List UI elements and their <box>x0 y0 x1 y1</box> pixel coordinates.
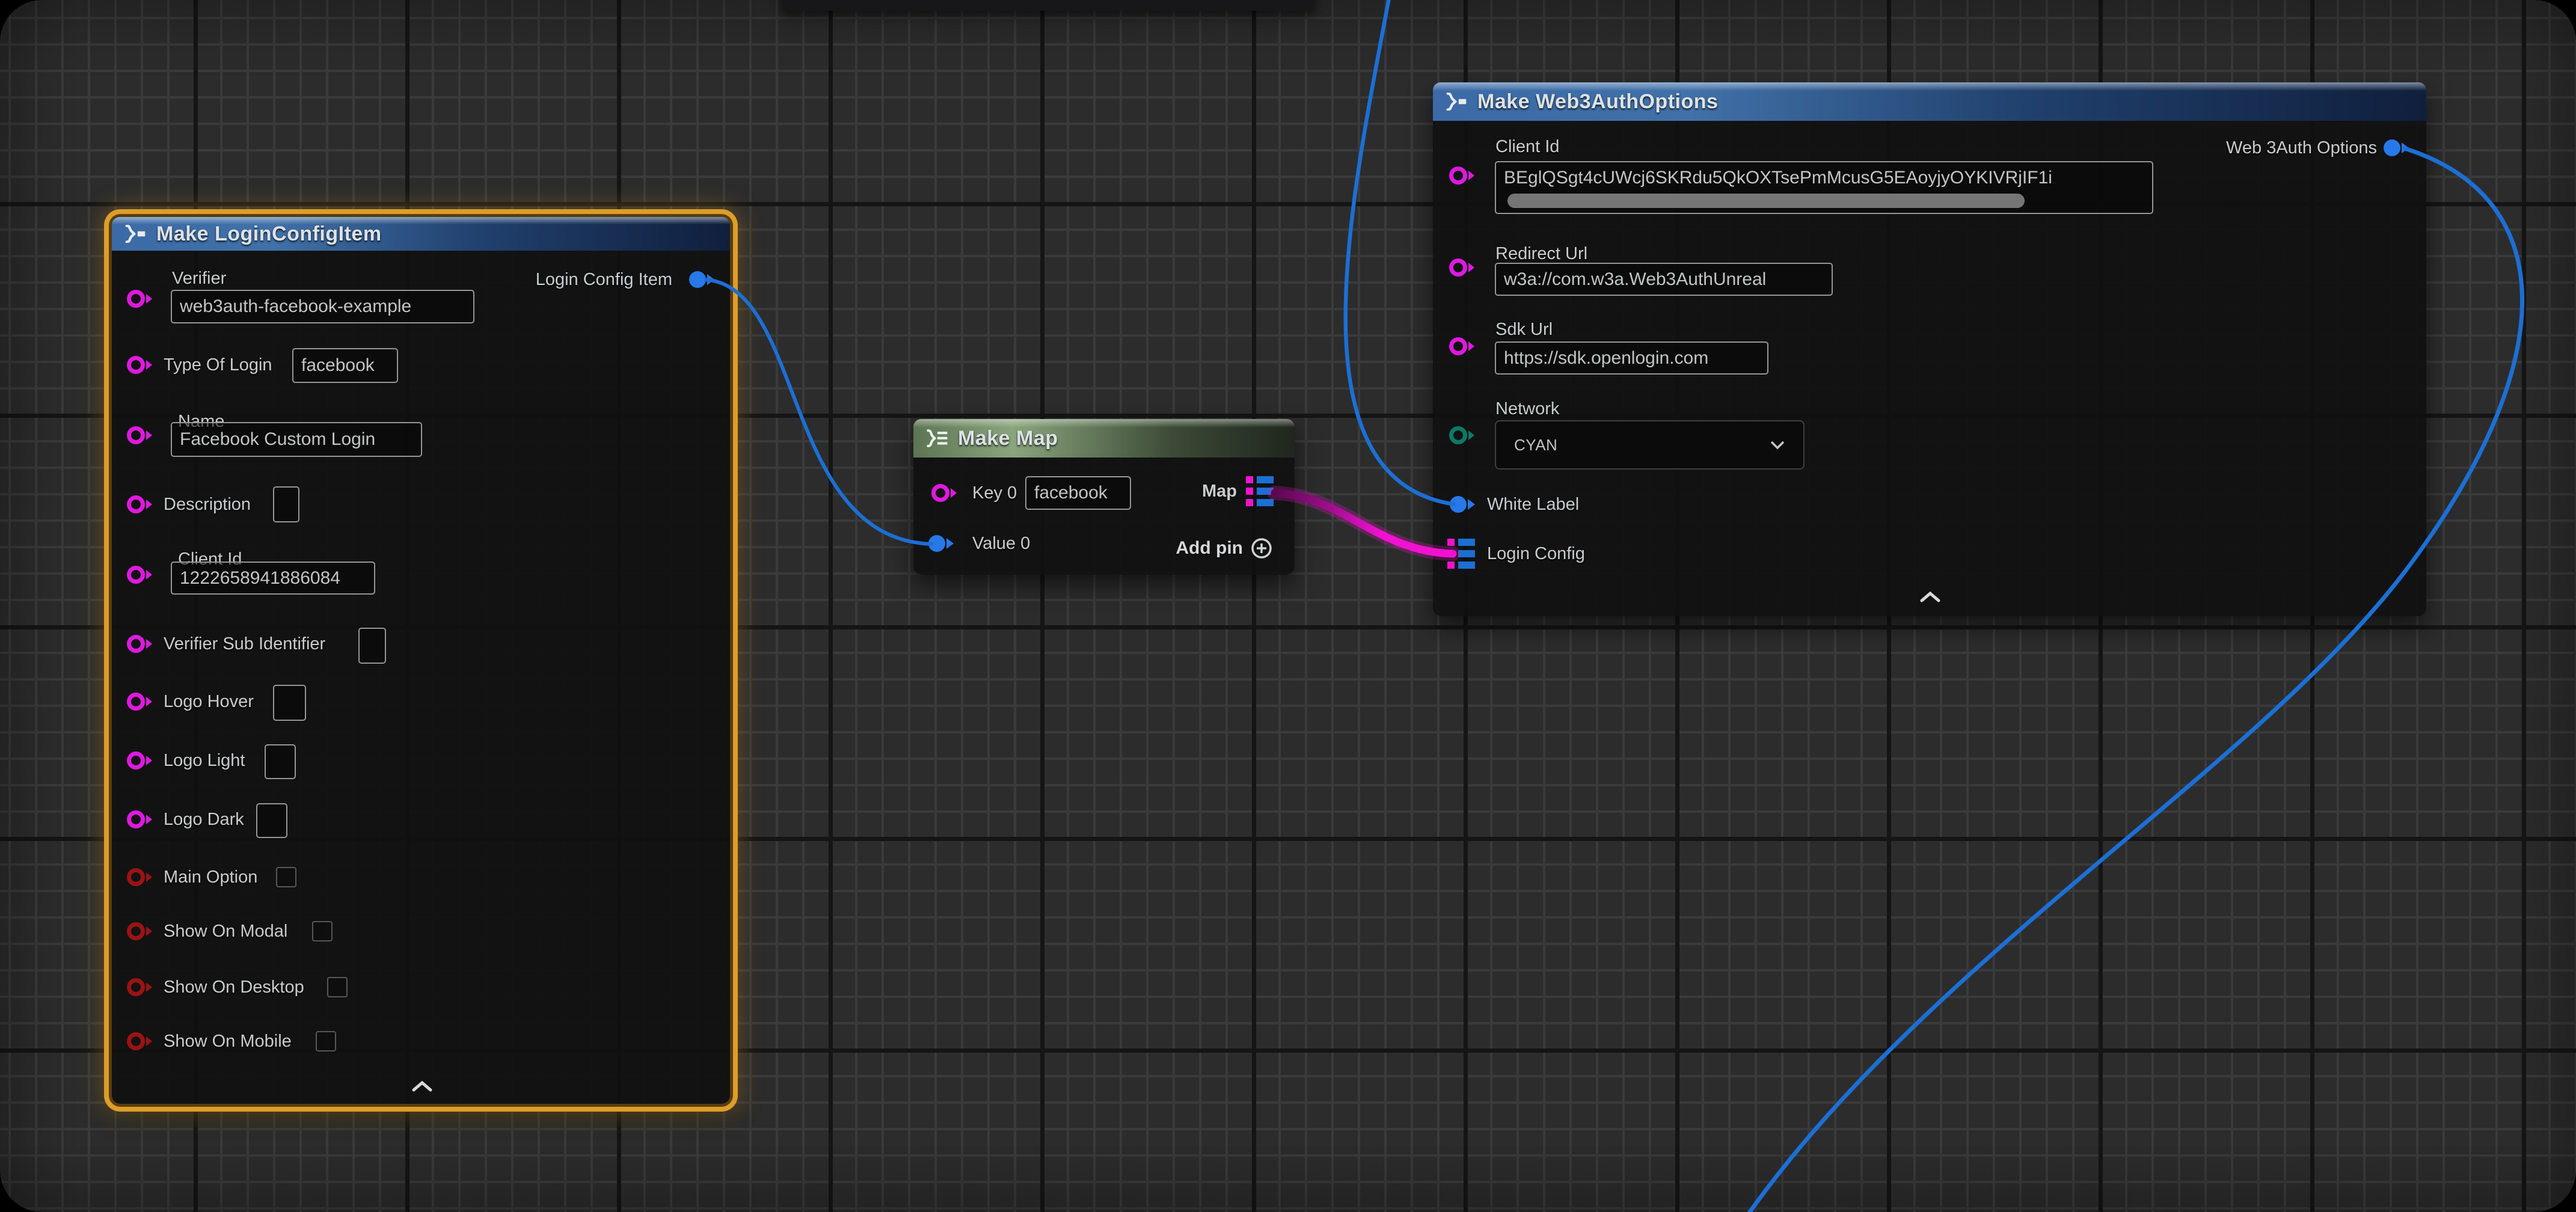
add-pin-button[interactable]: Add pin <box>1176 537 1273 560</box>
pin-label: White Label <box>1487 494 1579 515</box>
node-make-web3authoptions[interactable]: Make Web3AuthOptions Web 3Auth Options C… <box>1433 82 2426 616</box>
make-map-icon <box>924 429 949 447</box>
input-pin-key-0[interactable] <box>931 482 958 504</box>
collapse-node-button[interactable] <box>1918 590 1942 604</box>
input-pin-logo-hover[interactable] <box>126 691 154 712</box>
pin-label: Logo Light <box>164 750 245 771</box>
network-dropdown[interactable]: CYAN <box>1495 420 1805 470</box>
logo-dark-input[interactable] <box>256 803 287 838</box>
main-option-checkbox[interactable] <box>276 867 296 887</box>
pin-label: Redirect Url <box>1495 243 1587 265</box>
pin-label: Description <box>164 494 251 515</box>
input-pin-client-id[interactable] <box>1449 165 1476 186</box>
key-0-input[interactable]: facebook <box>1025 476 1131 510</box>
pin-label: Logo Hover <box>164 691 254 712</box>
show-on-desktop-checkbox[interactable] <box>327 977 348 997</box>
input-pin-verifier[interactable] <box>126 288 154 310</box>
output-pin-map[interactable] <box>1246 476 1274 506</box>
sdk-url-input[interactable]: https://sdk.openlogin.com <box>1495 341 1768 375</box>
description-input[interactable] <box>273 486 299 522</box>
pin-label: Value 0 <box>972 533 1030 554</box>
output-pin-web3auth-options[interactable] <box>2382 137 2410 159</box>
show-on-modal-checkbox[interactable] <box>312 921 333 941</box>
name-input[interactable]: Facebook Custom Login <box>171 422 422 457</box>
input-pin-description[interactable] <box>126 494 154 515</box>
wire-map-to-login-config-glow <box>1275 493 1453 554</box>
input-pin-show-on-modal[interactable] <box>126 920 154 942</box>
node-title: Make Map <box>958 427 1058 450</box>
node-header[interactable]: Make LoginConfigItem <box>112 217 730 251</box>
node-make-map[interactable]: Make Map Key 0 facebook Map Value 0 Add … <box>913 419 1295 575</box>
plus-circle-icon <box>1250 537 1273 560</box>
client-id-input[interactable]: BEglQSgt4cUWcj6SKRdu5QkOXTsePmMcusG5EAoy… <box>1495 161 2153 214</box>
input-pin-logo-dark[interactable] <box>126 809 154 830</box>
redirect-url-input[interactable]: w3a://com.w3a.Web3AuthUnreal <box>1495 263 1833 296</box>
verifier-input[interactable]: web3auth-facebook-example <box>171 290 474 323</box>
input-pin-value-0[interactable] <box>927 533 955 554</box>
pin-label: Show On Modal <box>164 920 287 942</box>
input-pin-main-option[interactable] <box>126 866 154 888</box>
logo-light-input[interactable] <box>265 744 296 779</box>
collapse-node-button[interactable] <box>410 1080 434 1093</box>
make-struct-icon <box>123 225 148 243</box>
make-struct-icon <box>1444 93 1469 111</box>
type-of-login-input[interactable]: facebook <box>292 348 398 383</box>
wire-loginconfigitem-to-value0 <box>705 280 933 544</box>
text-scrollbar[interactable] <box>1507 194 2025 208</box>
pin-label: Sdk Url <box>1495 319 1553 340</box>
pin-label: Login Config <box>1487 543 1585 565</box>
input-pin-logo-light[interactable] <box>126 750 154 771</box>
input-pin-client-id[interactable] <box>126 564 154 586</box>
pin-label: Verifier <box>172 268 226 289</box>
pin-label: Client Id <box>1495 136 1559 158</box>
input-pin-show-on-mobile[interactable] <box>126 1030 154 1052</box>
output-pin-label: Login Config Item <box>536 269 672 290</box>
node-header[interactable]: Make Web3AuthOptions <box>1433 82 2426 121</box>
output-pin-label: Web 3Auth Options <box>2226 137 2377 159</box>
node-title: Make LoginConfigItem <box>156 222 382 246</box>
pin-label: Verifier Sub Identifier <box>164 633 325 655</box>
pin-label: Show On Mobile <box>164 1030 292 1052</box>
blueprint-graph-canvas[interactable]: Make LoginConfigItem Login Config Item V… <box>0 0 2576 1212</box>
input-pin-verifier-sub-identifier[interactable] <box>126 633 154 655</box>
client-id-input[interactable]: 1222658941886084 <box>171 562 375 595</box>
show-on-mobile-checkbox[interactable] <box>316 1031 336 1051</box>
input-pin-show-on-desktop[interactable] <box>126 976 154 998</box>
pin-label: Key 0 <box>972 482 1017 504</box>
output-pin-label: Map <box>1202 480 1237 502</box>
pin-label: Type Of Login <box>164 354 272 376</box>
input-pin-sdk-url[interactable] <box>1449 335 1476 357</box>
input-pin-type-of-login[interactable] <box>126 354 154 376</box>
pin-label: Logo Dark <box>164 809 244 830</box>
clipped-node-bottom[interactable] <box>782 0 1314 11</box>
pin-label: Main Option <box>164 866 257 888</box>
wire-map-to-login-config <box>1275 493 1453 554</box>
logo-hover-input[interactable] <box>273 685 306 721</box>
input-pin-name[interactable] <box>126 424 154 446</box>
chevron-down-icon <box>1770 440 1785 450</box>
node-make-loginconfigitem[interactable]: Make LoginConfigItem Login Config Item V… <box>112 217 730 1104</box>
input-pin-redirect-url[interactable] <box>1449 257 1476 278</box>
pin-label: Network <box>1495 398 1559 420</box>
output-pin-login-config-item[interactable] <box>688 269 716 290</box>
input-pin-white-label[interactable] <box>1449 494 1476 515</box>
input-pin-network[interactable] <box>1449 424 1476 446</box>
input-pin-login-config[interactable] <box>1447 539 1475 569</box>
node-title: Make Web3AuthOptions <box>1477 90 1718 114</box>
pin-label: Show On Desktop <box>164 976 304 998</box>
verifier-sub-identifier-input[interactable] <box>358 628 386 664</box>
node-header[interactable]: Make Map <box>913 419 1295 458</box>
